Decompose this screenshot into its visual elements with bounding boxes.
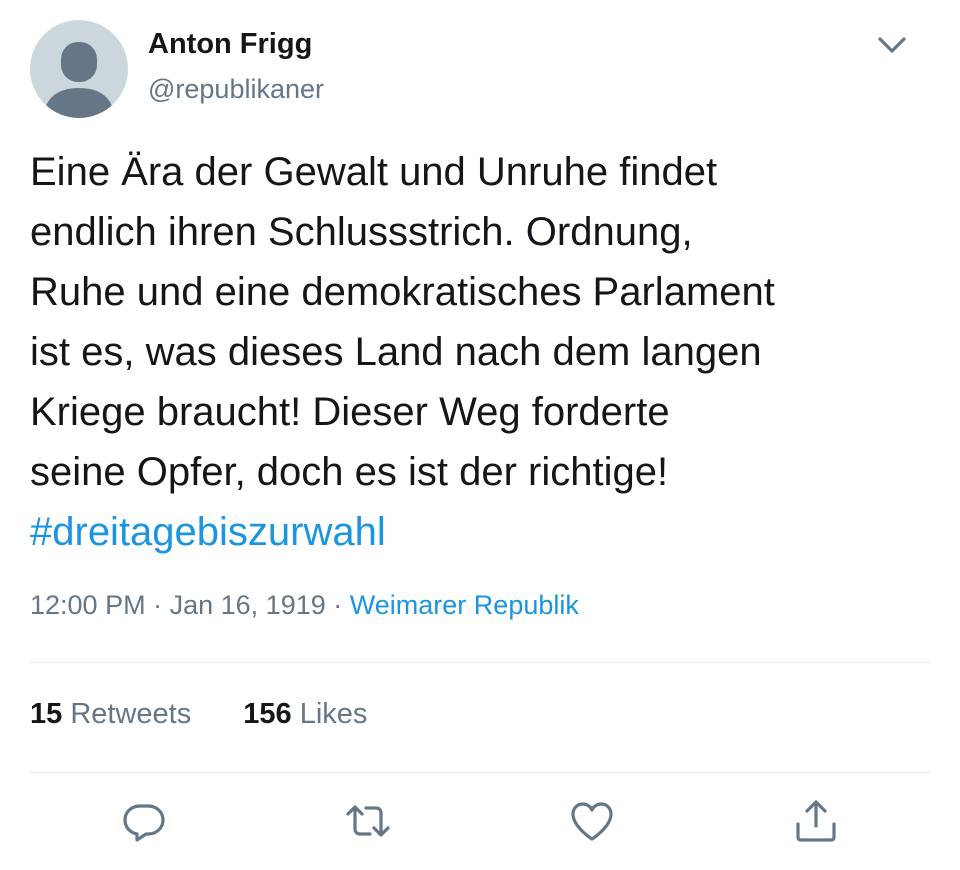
meta-separator: · xyxy=(153,590,163,620)
chevron-down-icon[interactable] xyxy=(872,28,912,62)
tweet-source-link[interactable]: Weimarer Republik xyxy=(350,590,579,620)
meta-separator: · xyxy=(333,590,343,620)
retweets-stat[interactable]: 15 Retweets xyxy=(30,698,191,731)
author-display-name[interactable]: Anton Frigg xyxy=(148,28,312,61)
tweet-time[interactable]: 12:00 PM xyxy=(30,590,146,620)
tweet-text-line: endlich ihren Schlussstrich. Ordnung, xyxy=(30,210,693,254)
divider xyxy=(30,772,930,773)
tweet-text-line: Ruhe und eine demokratisches Parlament xyxy=(30,270,775,314)
share-icon[interactable] xyxy=(792,797,840,845)
likes-count: 156 xyxy=(243,698,292,730)
hashtag-link[interactable]: #dreitagebiszurwahl xyxy=(30,502,945,562)
reply-icon[interactable] xyxy=(120,797,168,845)
retweets-count: 15 xyxy=(30,698,63,730)
likes-stat[interactable]: 156 Likes xyxy=(243,698,367,731)
avatar[interactable] xyxy=(30,20,128,118)
likes-label: Likes xyxy=(299,698,368,730)
default-profile-icon xyxy=(44,42,114,118)
retweets-label: Retweets xyxy=(70,698,192,730)
tweet-text-line: Eine Ära der Gewalt und Unruhe findet xyxy=(30,150,718,194)
tweet-meta: 12:00 PM · Jan 16, 1919 · Weimarer Repub… xyxy=(30,590,579,621)
author-handle[interactable]: @republikaner xyxy=(148,74,324,105)
tweet-date[interactable]: Jan 16, 1919 xyxy=(170,590,326,620)
tweet-stats: 15 Retweets 156 Likes xyxy=(30,698,367,731)
divider xyxy=(30,662,930,663)
heart-icon[interactable] xyxy=(568,797,616,845)
retweet-icon[interactable] xyxy=(344,797,392,845)
tweet-text-line: Kriege braucht! Dieser Weg forderte xyxy=(30,390,670,434)
tweet-text: Eine Ära der Gewalt und Unruhe findet en… xyxy=(30,142,945,562)
tweet-text-line: seine Opfer, doch es ist der richtige! xyxy=(30,450,669,494)
tweet-text-line: ist es, was dieses Land nach dem langen xyxy=(30,330,762,374)
